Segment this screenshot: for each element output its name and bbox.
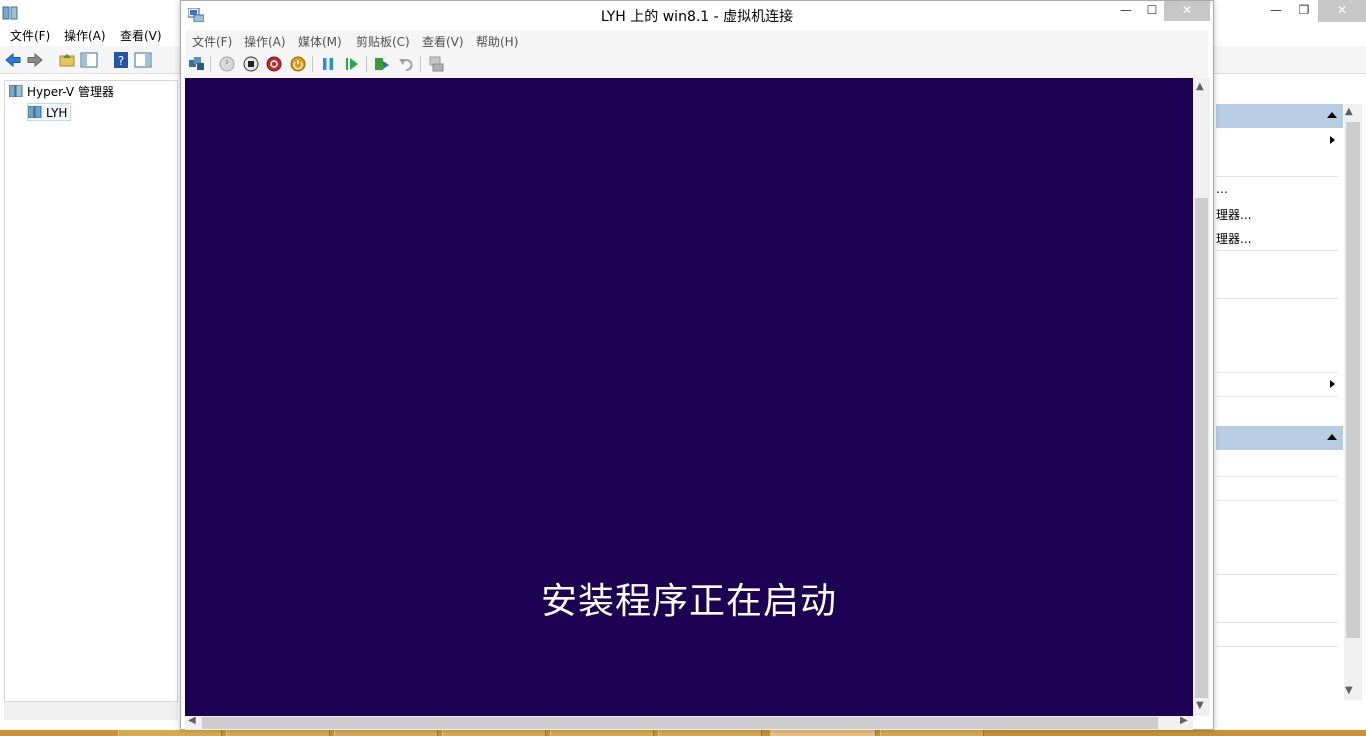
actions-section-header[interactable] (1216, 104, 1343, 128)
shut-down-icon[interactable] (265, 55, 283, 73)
navigation-tree: Hyper-V 管理器 LYH (4, 80, 178, 702)
save-state-icon[interactable] (289, 55, 307, 73)
tree-item-label: Hyper-V 管理器 (27, 85, 114, 99)
enhanced-session-icon[interactable] (427, 55, 445, 73)
divider (1216, 396, 1338, 397)
action-item[interactable]: 理器... (1216, 230, 1251, 247)
help-icon[interactable]: ? (112, 51, 130, 69)
action-pane-icon[interactable] (134, 51, 152, 69)
menu-action[interactable]: 操作(A) (64, 27, 106, 44)
maximize-button[interactable]: ❐ (1290, 0, 1318, 22)
scroll-down-icon[interactable]: ▼ (1196, 700, 1204, 711)
submenu-arrow-icon[interactable] (1330, 136, 1335, 144)
taskbar-button[interactable] (658, 730, 762, 736)
taskbar-button[interactable] (118, 730, 222, 736)
vm-menu-view[interactable]: 查看(V) (422, 33, 464, 50)
toolbar-separator (420, 56, 421, 72)
setup-status-text: 安装程序正在启动 (540, 581, 837, 622)
vm-toolbar (186, 50, 1208, 78)
up-folder-icon[interactable] (58, 51, 76, 69)
tree-horizontal-scrollbar[interactable] (4, 702, 178, 720)
vm-menu-file[interactable]: 文件(F) (192, 33, 232, 50)
start-icon[interactable] (218, 55, 236, 73)
scroll-right-icon[interactable]: ▶ (1180, 715, 1188, 726)
submenu-arrow-icon[interactable] (1330, 380, 1335, 388)
svg-text:?: ? (118, 54, 124, 68)
action-item[interactable]: … (1216, 182, 1228, 196)
toolbar-separator (210, 56, 211, 72)
back-arrow-icon[interactable] (4, 51, 22, 69)
close-button[interactable]: ✕ (1318, 0, 1366, 22)
tree-item-lyh[interactable]: LYH (27, 103, 72, 121)
collapse-icon[interactable] (1327, 112, 1337, 118)
toolbar-separator (366, 56, 367, 72)
minimize-button[interactable]: — (1262, 0, 1290, 22)
collapse-icon[interactable] (1327, 434, 1337, 440)
vm-window-title: LYH 上的 win8.1 - 虚拟机连接 (600, 9, 794, 25)
scrollbar-thumb[interactable] (202, 717, 1158, 729)
ctrl-alt-del-icon[interactable] (188, 55, 206, 73)
taskbar-button[interactable] (550, 730, 654, 736)
vm-menu-action[interactable]: 操作(A) (244, 33, 286, 50)
vm-menu-help[interactable]: 帮助(H) (476, 33, 518, 50)
divider (1216, 646, 1338, 647)
vm-menubar: 文件(F) 操作(A) 媒体(M) 剪贴板(C) 查看(V) 帮助(H) (186, 30, 1208, 50)
server-icon (28, 106, 42, 118)
taskbar-button[interactable] (442, 730, 546, 736)
action-item[interactable]: 理器... (1216, 206, 1251, 223)
divider (1216, 250, 1338, 251)
vm-menu-media[interactable]: 媒体(M) (298, 33, 342, 50)
divider (1216, 476, 1338, 477)
forward-arrow-icon[interactable] (26, 51, 44, 69)
checkpoint-icon[interactable] (373, 55, 391, 73)
taskbar-button[interactable] (226, 730, 330, 736)
tree-item-hyperv-manager[interactable]: Hyper-V 管理器 (9, 83, 114, 101)
resume-icon[interactable] (343, 55, 361, 73)
divider (1216, 622, 1338, 623)
server-group-icon (9, 85, 23, 97)
scroll-up-icon[interactable]: ▲ (1196, 81, 1204, 92)
tree-item-label: LYH (46, 106, 68, 120)
menu-file[interactable]: 文件(F) (10, 27, 50, 44)
taskbar-button[interactable] (880, 730, 984, 736)
vm-menu-clipboard[interactable]: 剪贴板(C) (356, 33, 410, 50)
show-hide-tree-icon[interactable] (80, 51, 98, 69)
turn-off-icon[interactable] (242, 55, 260, 73)
divider (1216, 500, 1338, 501)
divider (1216, 176, 1338, 177)
hyperv-app-icon (2, 6, 18, 20)
scroll-left-icon[interactable]: ◀ (188, 715, 196, 726)
toolbar-separator (312, 56, 313, 72)
scrollbar-thumb[interactable] (1195, 198, 1208, 698)
scrollbar-thumb[interactable] (1346, 122, 1360, 638)
actions-section-header[interactable] (1216, 426, 1343, 450)
vm-minimize-button[interactable]: — (1112, 1, 1140, 21)
revert-icon[interactable] (397, 55, 415, 73)
scroll-down-icon[interactable]: ▼ (1345, 685, 1353, 696)
vm-close-button[interactable]: ✕ (1164, 1, 1210, 21)
divider (1216, 372, 1338, 373)
taskbar-button-active[interactable] (770, 730, 876, 736)
menu-view[interactable]: 查看(V) (120, 27, 162, 44)
actions-pane (1214, 80, 1344, 702)
vm-maximize-button[interactable]: ☐ (1138, 1, 1166, 21)
scroll-up-icon[interactable]: ▲ (1345, 106, 1353, 117)
pause-icon[interactable] (319, 55, 337, 73)
divider (1216, 298, 1338, 299)
taskbar-button[interactable] (334, 730, 438, 736)
divider (1216, 574, 1338, 575)
